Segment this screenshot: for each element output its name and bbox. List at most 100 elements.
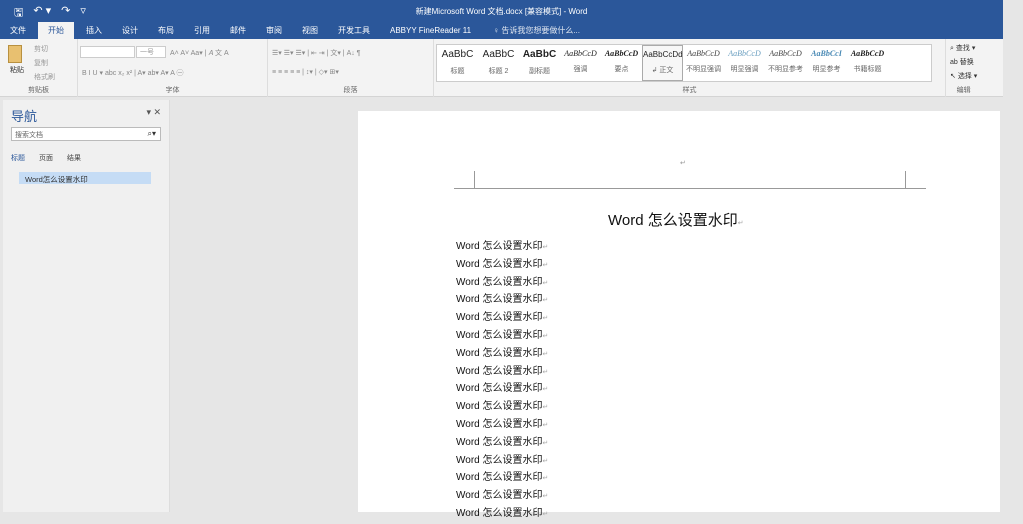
font-label: 字体 bbox=[165, 87, 180, 94]
tab-6[interactable]: 邮件 bbox=[220, 22, 256, 39]
style-name: 副标题 bbox=[529, 68, 550, 75]
find-label: 查找 ▾ bbox=[955, 45, 976, 52]
copy-button[interactable]: 复制 bbox=[34, 57, 55, 71]
style-sample: AaBbCcI bbox=[811, 49, 842, 58]
line-text: Word 怎么设置水印 bbox=[456, 241, 543, 252]
tab-8[interactable]: 视图 bbox=[292, 22, 328, 39]
tab-4[interactable]: 布局 bbox=[148, 22, 184, 39]
style-name: 书籍标题 bbox=[853, 66, 882, 73]
navigation-pane: 导航 ▾ ✕ 搜索文档 ⌕▾ 标题 页面 结果 Word怎么设置水印 bbox=[3, 100, 170, 512]
style-item[interactable]: AaBbCcD 不明显参考 bbox=[765, 45, 806, 81]
select-label: 选择 ▾ bbox=[957, 73, 978, 80]
document-line: Word 怎么设置水印↵ bbox=[456, 418, 549, 430]
style-sample: AaBbCcD bbox=[728, 49, 761, 58]
line-text: Word 怎么设置水印 bbox=[456, 312, 543, 324]
line-text: Word 怎么设置水印 bbox=[456, 258, 543, 270]
line-text: Word 怎么设置水印 bbox=[456, 383, 543, 395]
nav-tab-results[interactable]: 结果 bbox=[67, 153, 81, 163]
format-painter-button[interactable]: 格式刷 bbox=[34, 71, 55, 85]
line-text: Word 怎么设置水印 bbox=[456, 401, 543, 413]
document-page[interactable]: ↵ Word 怎么设置水印↵ Word 怎么设置水印↵ Word 怎么设置水印↵ W… bbox=[358, 111, 1000, 519]
document-line: Word 怎么设置水印↵ bbox=[456, 383, 549, 395]
tab-5[interactable]: 引用 bbox=[184, 22, 220, 39]
document-line: Word 怎么设置水印↵ bbox=[456, 490, 549, 502]
style-item[interactable]: AaBbCcD 明显强调 bbox=[724, 45, 765, 81]
paragraph-row1[interactable]: ☰▾ ☰▾ ☰▾ | ⇤ ⇥ | 文▾ | A↓ ¶ bbox=[272, 48, 360, 58]
line-text: Word 怎么设置水印 bbox=[456, 347, 543, 359]
line-text: Word 怎么设置水印 bbox=[456, 507, 543, 519]
line-text: Word 怎么设置水印 bbox=[456, 490, 543, 502]
style-item[interactable]: AaBbC 标题 2 bbox=[478, 45, 519, 81]
style-name: 不明显参考 bbox=[768, 66, 803, 73]
document-title-text: Word 怎么设置水印 bbox=[608, 212, 738, 229]
style-item[interactable]: AaBbCcI 明显参考 bbox=[806, 45, 847, 81]
tab-3[interactable]: 设计 bbox=[112, 22, 148, 39]
document-line: Word 怎么设置水印↵ bbox=[456, 347, 549, 359]
tell-me-text: 告诉我您想要做什么... bbox=[501, 26, 580, 35]
line-text: Word 怎么设置水印 bbox=[456, 276, 543, 288]
select-button[interactable]: ↖ 选择 ▾ bbox=[950, 70, 977, 84]
tab-7[interactable]: 审阅 bbox=[256, 22, 292, 39]
paste-button[interactable]: 粘贴 bbox=[10, 65, 24, 75]
replace-button[interactable]: ab 替换 bbox=[950, 56, 977, 70]
style-sample: AaBbC bbox=[482, 49, 515, 60]
style-item[interactable]: AaBbCcDd ↲ 正文 bbox=[642, 45, 683, 81]
search-placeholder: 搜索文档 bbox=[15, 132, 43, 139]
cut-button[interactable]: 剪切 bbox=[34, 43, 55, 57]
font-size-select[interactable]: 一号 bbox=[136, 46, 166, 58]
search-icon[interactable]: ⌕▾ bbox=[148, 129, 157, 139]
style-name: 标题 2 bbox=[488, 68, 509, 75]
style-sample: AaBbCcD bbox=[850, 49, 885, 58]
tab-0[interactable]: 文件 bbox=[0, 22, 36, 39]
nav-heading-item[interactable]: Word怎么设置水印 bbox=[19, 172, 151, 184]
title-bar: 🖫 ↶ ▾ ↷ ▿ 新建Microsoft Word 文档.docx [兼容模式… bbox=[0, 0, 1003, 22]
font-row2[interactable]: B I U ▾ abc x₂ x² | A▾ ab▾ A▾ A ㊀ bbox=[82, 68, 183, 78]
find-button[interactable]: ⌕ 查找 ▾ bbox=[950, 42, 977, 56]
paragraph-label: 段落 bbox=[343, 87, 358, 94]
editing-group: ⌕ 查找 ▾ ab 替换 ↖ 选择 ▾ 编辑 bbox=[950, 42, 977, 98]
style-item[interactable]: AaBbCcD 要点 bbox=[601, 45, 642, 81]
replace-label: 替换 bbox=[959, 59, 974, 66]
document-line: Word 怎么设置水印↵ bbox=[456, 454, 549, 466]
page-header-area bbox=[454, 171, 926, 189]
document-line: Word 怎么设置水印↵ bbox=[456, 329, 549, 341]
style-name: 要点 bbox=[614, 66, 629, 73]
document-line: Word 怎么设置水印↵ bbox=[456, 276, 549, 288]
document-line: Word 怎么设置水印↵ bbox=[456, 365, 549, 377]
style-name: ↲ 正文 bbox=[651, 67, 674, 74]
document-line: Word 怎么设置水印↵ bbox=[456, 507, 549, 519]
line-text: Word 怎么设置水印 bbox=[456, 454, 543, 466]
styles-label: 样式 bbox=[682, 87, 697, 94]
nav-tab-headings[interactable]: 标题 bbox=[11, 153, 25, 163]
style-item[interactable]: AaBbCcD 强调 bbox=[560, 45, 601, 81]
tab-10[interactable]: ABBYY FineReader 11 bbox=[380, 22, 481, 39]
style-sample: AaBbCcD bbox=[769, 49, 802, 58]
style-name: 不明显强调 bbox=[686, 66, 721, 73]
styles-gallery: AaBbC 标题 AaBbC 标题 2 AaBbC 副标题 AaBbCcD 强调 AaBbCcD… bbox=[436, 44, 932, 82]
ribbon-tabs: 文件 开始 插入 设计 布局 引用 邮件 审阅 视图 开发工具 ABBYY FineReader 1… bbox=[0, 22, 1003, 39]
line-text: Word 怎么设置水印 bbox=[456, 294, 543, 306]
nav-tab-pages[interactable]: 页面 bbox=[39, 153, 53, 163]
search-document-input[interactable]: 搜索文档 ⌕▾ bbox=[11, 127, 161, 141]
style-item[interactable]: AaBbCcD 不明显强调 bbox=[683, 45, 724, 81]
font-name-select[interactable] bbox=[80, 46, 135, 58]
tell-me-search[interactable]: ♀ 告诉我您想要做什么... bbox=[493, 25, 580, 36]
paragraph-group: ☰▾ ☰▾ ☰▾ | ⇤ ⇥ | 文▾ | A↓ ¶ ≡ ≡ ≡ ≡ ≡ | ↕… bbox=[268, 39, 434, 97]
style-name: 标题 bbox=[450, 68, 465, 75]
tab-1[interactable]: 开始 bbox=[38, 22, 74, 39]
tab-2[interactable]: 插入 bbox=[76, 22, 112, 39]
style-item[interactable]: AaBbC 标题 bbox=[437, 45, 478, 81]
tab-9[interactable]: 开发工具 bbox=[328, 22, 380, 39]
font-row1[interactable]: A˄ A˅ Aa▾ | 𝐴 文 A bbox=[170, 48, 229, 58]
style-item[interactable]: AaBbCcD 书籍标题 bbox=[847, 45, 888, 81]
style-item[interactable]: AaBbC 副标题 bbox=[519, 45, 560, 81]
style-name: 明显参考 bbox=[812, 66, 841, 73]
document-line: Word 怎么设置水印↵ bbox=[456, 436, 549, 448]
style-name: 明显强调 bbox=[730, 66, 759, 73]
document-body: Word 怎么设置水印↵ Word 怎么设置水印↵ Word 怎么设置水印↵ Word… bbox=[456, 239, 548, 524]
paragraph-row2[interactable]: ≡ ≡ ≡ ≡ ≡ | ↕▾ | ◇▾ ⊞▾ bbox=[272, 68, 339, 76]
clipboard-label: 剪贴板 bbox=[28, 87, 49, 94]
line-text: Word 怎么设置水印 bbox=[456, 418, 543, 430]
style-sample: AaBbCcDd bbox=[643, 50, 682, 59]
nav-close-controls[interactable]: ▾ ✕ bbox=[146, 107, 161, 118]
